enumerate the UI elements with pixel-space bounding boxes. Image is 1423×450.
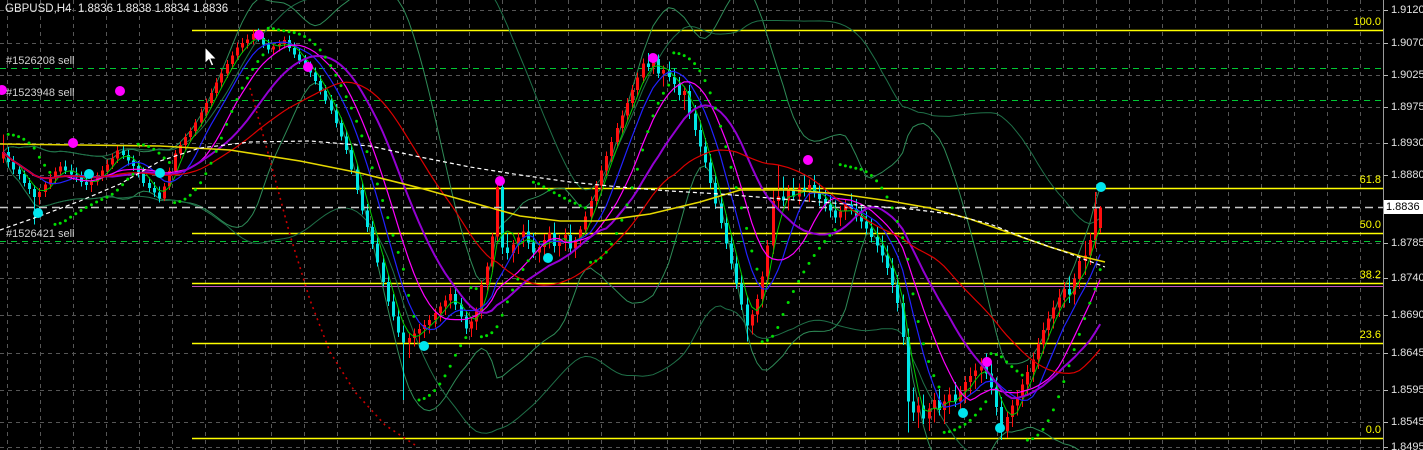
- axis-tick: [1384, 175, 1388, 176]
- buy-signal-dot: [958, 408, 968, 418]
- price-axis-label: 1.8645: [1391, 347, 1423, 359]
- price-axis-label: 1.9120: [1391, 4, 1423, 16]
- price-axis-label: 1.8975: [1391, 101, 1423, 113]
- axis-tick: [1384, 243, 1388, 244]
- axis-tick: [1384, 43, 1388, 44]
- axis-tick: [1384, 143, 1388, 144]
- price-axis-label: 1.8740: [1391, 272, 1423, 284]
- buy-signal-dot: [84, 169, 94, 179]
- sell-signal-dot: [495, 176, 505, 186]
- buy-signal-dot: [419, 341, 429, 351]
- price-axis[interactable]: 1.9120 1.9070 1.9025 1.8975 1.8930 1.888…: [1383, 0, 1423, 450]
- axis-tick: [1384, 278, 1388, 279]
- chart-background: [0, 0, 1423, 450]
- sell-signal-dot: [803, 155, 813, 165]
- axis-tick: [1384, 315, 1388, 316]
- price-axis-label: 1.9070: [1391, 37, 1423, 49]
- price-axis-label: 1.8785: [1391, 237, 1423, 249]
- buy-signal-dot: [33, 208, 43, 218]
- axis-tick: [1384, 75, 1388, 76]
- current-price-box: 1.8836: [1384, 200, 1423, 214]
- sell-signal-dot: [648, 53, 658, 63]
- axis-tick: [1384, 422, 1388, 423]
- chart-canvas[interactable]: [0, 0, 1423, 450]
- price-axis-label: 1.8545: [1391, 416, 1423, 428]
- sell-signal-dot: [254, 30, 264, 40]
- sell-signal-dot: [68, 138, 78, 148]
- price-axis-label: 1.8595: [1391, 384, 1423, 396]
- axis-tick: [1384, 353, 1388, 354]
- price-axis-label: 1.8930: [1391, 137, 1423, 149]
- sell-signal-dot: [115, 86, 125, 96]
- price-axis-label: 1.8495: [1391, 441, 1423, 450]
- sell-signal-dot: [303, 62, 313, 72]
- buy-signal-dot: [543, 253, 553, 263]
- buy-signal-dot: [1096, 182, 1106, 192]
- buy-signal-dot: [155, 168, 165, 178]
- mt4-chart-window: GBPUSD,H4 1.8836 1.8838 1.8834 1.8836 #1…: [0, 0, 1423, 450]
- sell-signal-dot: [982, 357, 992, 367]
- axis-tick: [1384, 10, 1388, 11]
- axis-tick: [1384, 447, 1388, 448]
- axis-tick: [1384, 107, 1388, 108]
- axis-tick: [1384, 390, 1388, 391]
- price-axis-label: 1.9025: [1391, 69, 1423, 81]
- price-axis-label: 1.8690: [1391, 309, 1423, 321]
- buy-signal-dot: [995, 423, 1005, 433]
- price-axis-label: 1.8880: [1391, 169, 1423, 181]
